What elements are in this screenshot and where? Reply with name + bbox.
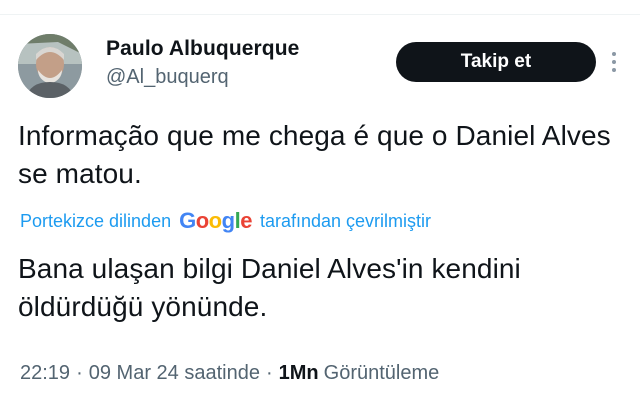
tweet-translated-text: Bana ulaşan bilgi Daniel Alves'in kendin… bbox=[18, 253, 521, 322]
author-handle[interactable]: @Al_buquerq bbox=[106, 64, 299, 90]
avatar-photo bbox=[18, 34, 82, 98]
translation-prefix: Portekizce dilinden bbox=[20, 210, 172, 231]
more-vertical-icon[interactable] bbox=[604, 48, 624, 76]
meta-separator: · bbox=[76, 362, 83, 384]
more-dot bbox=[612, 68, 616, 72]
meta-separator: · bbox=[265, 362, 273, 384]
views-count: 1Mn bbox=[278, 362, 319, 384]
tweet-header: Paulo Albuquerque @Al_buquerq Takip et bbox=[18, 34, 628, 100]
tweet-time[interactable]: 22:19 bbox=[20, 362, 70, 385]
author-names: Paulo Albuquerque @Al_buquerq bbox=[106, 36, 299, 90]
more-dot bbox=[612, 52, 616, 56]
follow-button[interactable]: Takip et bbox=[396, 42, 596, 82]
google-logo: Google bbox=[179, 208, 252, 233]
tweet-original-text: Informação que me chega é que o Daniel A… bbox=[18, 120, 611, 189]
tweet-meta: 22:19 · 09 Mar 24 saatinde · 1Mn Görüntü… bbox=[20, 362, 439, 385]
translation-attribution[interactable]: Portekizce dilinden Google tarafından çe… bbox=[20, 206, 431, 236]
tweet-date[interactable]: 09 Mar 24 saatinde bbox=[89, 362, 260, 385]
author-display-name[interactable]: Paulo Albuquerque bbox=[106, 36, 299, 62]
avatar[interactable] bbox=[18, 34, 82, 98]
top-divider bbox=[0, 14, 640, 15]
translation-suffix: tarafından çevrilmiştir bbox=[259, 210, 432, 231]
views-label: Görüntüleme bbox=[323, 362, 440, 384]
more-dot bbox=[612, 60, 616, 64]
